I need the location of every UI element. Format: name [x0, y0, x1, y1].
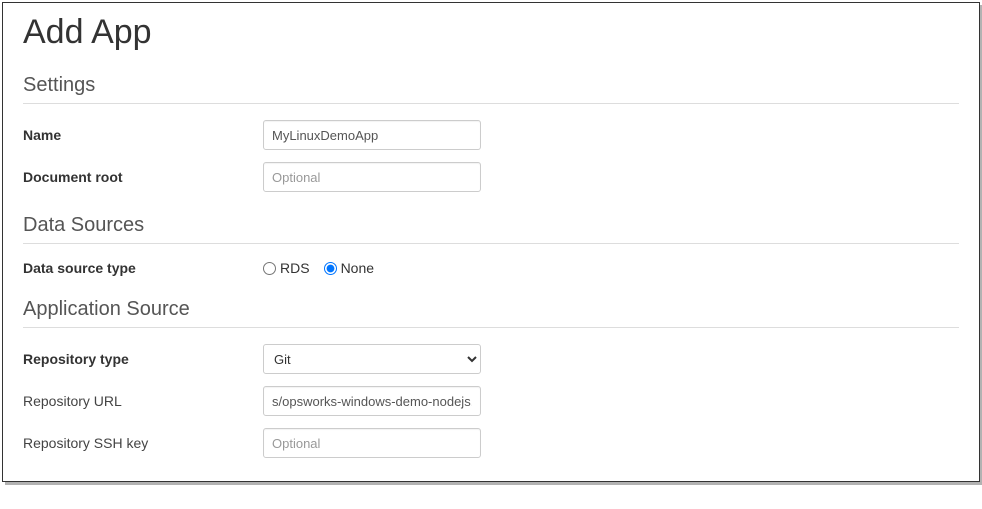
rds-radio-text: RDS [280, 260, 310, 276]
repo-ssh-input[interactable] [263, 428, 481, 458]
rds-radio-label[interactable]: RDS [263, 260, 310, 276]
name-row: Name [23, 120, 959, 150]
name-input[interactable] [263, 120, 481, 150]
repo-type-select[interactable]: Git [263, 344, 481, 374]
repo-url-label: Repository URL [23, 393, 263, 409]
settings-heading: Settings [23, 74, 959, 104]
none-radio-text: None [341, 260, 374, 276]
data-source-type-label: Data source type [23, 260, 263, 276]
docroot-label: Document root [23, 169, 263, 185]
name-label: Name [23, 127, 263, 143]
application-source-heading: Application Source [23, 298, 959, 328]
data-source-type-row: Data source type RDS None [23, 260, 959, 276]
rds-radio[interactable] [263, 262, 276, 275]
page-title: Add App [23, 13, 959, 52]
docroot-input[interactable] [263, 162, 481, 192]
repo-url-row: Repository URL [23, 386, 959, 416]
repo-ssh-row: Repository SSH key [23, 428, 959, 458]
data-sources-heading: Data Sources [23, 214, 959, 244]
repo-ssh-label: Repository SSH key [23, 435, 263, 451]
repo-type-row: Repository type Git [23, 344, 959, 374]
repo-type-label: Repository type [23, 351, 263, 367]
repo-url-input[interactable] [263, 386, 481, 416]
data-source-type-radios: RDS None [263, 260, 382, 276]
none-radio[interactable] [324, 262, 337, 275]
none-radio-label[interactable]: None [324, 260, 374, 276]
docroot-row: Document root [23, 162, 959, 192]
add-app-form: Add App Settings Name Document root Data… [2, 2, 980, 482]
